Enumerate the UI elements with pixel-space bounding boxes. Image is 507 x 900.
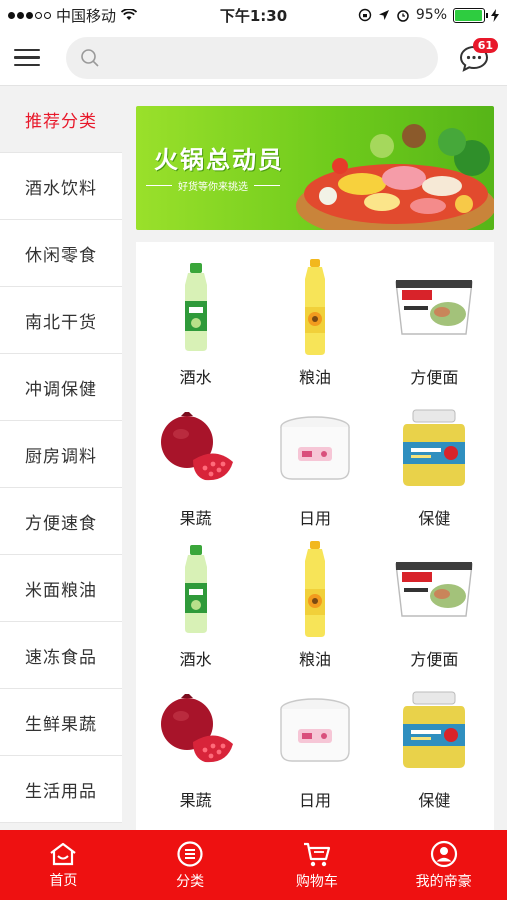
product-category-item[interactable]: 粮油	[255, 252, 374, 393]
home-icon	[50, 842, 77, 865]
product-category-item[interactable]: 酒水	[136, 534, 255, 675]
search-input[interactable]	[108, 48, 408, 67]
oil-bottle-icon	[270, 540, 360, 638]
supplement-jar-icon	[389, 399, 479, 497]
product-grid-panel: 酒水 粮油 方便面 果蔬 日用 保健 酒水 粮油 方便面 果蔬 日用 保健	[136, 242, 494, 830]
menu-button[interactable]	[14, 42, 46, 74]
sidebar-item-dried-goods[interactable]: 南北干货	[0, 287, 122, 354]
product-category-label: 日用	[298, 509, 331, 528]
noodle-bowl-icon	[389, 540, 479, 638]
green-tea-bottle-icon	[151, 258, 241, 356]
product-category-label: 酒水	[179, 650, 212, 669]
product-category-label: 果蔬	[179, 509, 212, 528]
sidebar-item-seasoning[interactable]: 厨房调料	[0, 421, 122, 488]
category-icon	[177, 840, 203, 867]
tab-cart-label: 购物车	[295, 873, 338, 890]
oil-bottle-icon	[270, 258, 360, 356]
sidebar-item-fresh[interactable]: 生鲜果蔬	[0, 689, 122, 756]
sidebar-item-daily[interactable]: 生活用品	[0, 756, 122, 823]
rice-cooker-icon	[270, 681, 360, 779]
product-category-item[interactable]: 日用	[255, 675, 374, 816]
hotpot-image	[296, 124, 494, 230]
message-badge: 61	[472, 37, 498, 53]
cart-icon	[303, 842, 330, 866]
product-grid: 酒水 粮油 方便面 果蔬 日用 保健 酒水 粮油 方便面 果蔬 日用 保健	[136, 242, 494, 816]
product-category-label: 方便面	[410, 650, 459, 669]
message-button[interactable]: 61	[456, 37, 498, 76]
search-box[interactable]	[66, 36, 438, 79]
promo-banner[interactable]: 火锅总动员 好货等你来挑选	[136, 106, 494, 230]
bottom-tab-bar: 首页 分类 购物车 我的帝豪	[0, 830, 507, 900]
profile-icon	[430, 840, 457, 867]
tab-home[interactable]: 首页	[0, 830, 127, 900]
rotation-lock-icon	[358, 8, 372, 22]
product-category-label: 果蔬	[179, 791, 212, 810]
search-icon	[81, 48, 99, 67]
sidebar-item-drinks[interactable]: 酒水饮料	[0, 153, 122, 220]
tab-cart[interactable]: 购物车	[254, 830, 381, 900]
status-time: 下午1:30	[219, 6, 288, 25]
battery-icon	[453, 7, 489, 23]
product-category-label: 方便面	[410, 368, 459, 387]
battery-percent: 95%	[415, 7, 448, 23]
category-sidebar: 推荐分类 酒水饮料 休闲零食 南北干货 冲调保健 厨房调料 方便速食 米面粮油 …	[0, 86, 122, 830]
sidebar-item-instant-food[interactable]: 方便速食	[0, 488, 122, 555]
product-category-label: 保健	[418, 509, 451, 528]
sidebar-item-recommended[interactable]: 推荐分类	[0, 86, 122, 153]
product-category-item[interactable]: 保健	[375, 675, 494, 816]
pomegranate-icon	[151, 399, 241, 497]
signal-icon	[8, 11, 51, 19]
banner-subtitle: 好货等你来挑选	[146, 178, 280, 193]
product-category-label: 日用	[298, 791, 331, 810]
tab-home-label: 首页	[49, 872, 78, 889]
product-category-item[interactable]: 方便面	[375, 252, 494, 393]
pomegranate-icon	[151, 681, 241, 779]
top-bar: 61	[0, 30, 507, 86]
sidebar-item-health[interactable]: 冲调保健	[0, 354, 122, 421]
location-icon	[378, 10, 389, 20]
charging-icon	[491, 8, 500, 22]
main-content: 火锅总动员 好货等你来挑选 酒水 粮油 方便面 果蔬 日用 保健 酒水 粮油 方便面 果蔬 日用 保健	[136, 106, 494, 830]
sidebar-item-frozen[interactable]: 速冻食品	[0, 622, 122, 689]
carrier-label: 中国移动	[56, 6, 117, 25]
product-category-item[interactable]: 果蔬	[136, 675, 255, 816]
rice-cooker-icon	[270, 399, 360, 497]
alarm-icon	[397, 10, 409, 22]
product-category-item[interactable]: 日用	[255, 393, 374, 534]
sidebar-item-snacks[interactable]: 休闲零食	[0, 220, 122, 287]
sidebar-item-rice-oil[interactable]: 米面粮油	[0, 555, 122, 622]
product-category-item[interactable]: 方便面	[375, 534, 494, 675]
tab-category-label: 分类	[176, 873, 205, 890]
product-category-item[interactable]: 酒水	[136, 252, 255, 393]
product-category-item[interactable]: 粮油	[255, 534, 374, 675]
green-tea-bottle-icon	[151, 540, 241, 638]
tab-profile[interactable]: 我的帝豪	[380, 830, 507, 900]
product-category-label: 保健	[418, 791, 451, 810]
tab-profile-label: 我的帝豪	[415, 873, 472, 890]
product-category-item[interactable]: 果蔬	[136, 393, 255, 534]
supplement-jar-icon	[389, 681, 479, 779]
wifi-icon	[121, 9, 138, 20]
product-category-item[interactable]: 保健	[375, 393, 494, 534]
product-category-label: 粮油	[298, 650, 331, 669]
product-category-label: 酒水	[179, 368, 212, 387]
tab-category[interactable]: 分类	[127, 830, 254, 900]
product-category-label: 粮油	[298, 368, 331, 387]
noodle-bowl-icon	[389, 258, 479, 356]
status-bar: 中国移动 下午1:30 95%	[0, 0, 507, 30]
